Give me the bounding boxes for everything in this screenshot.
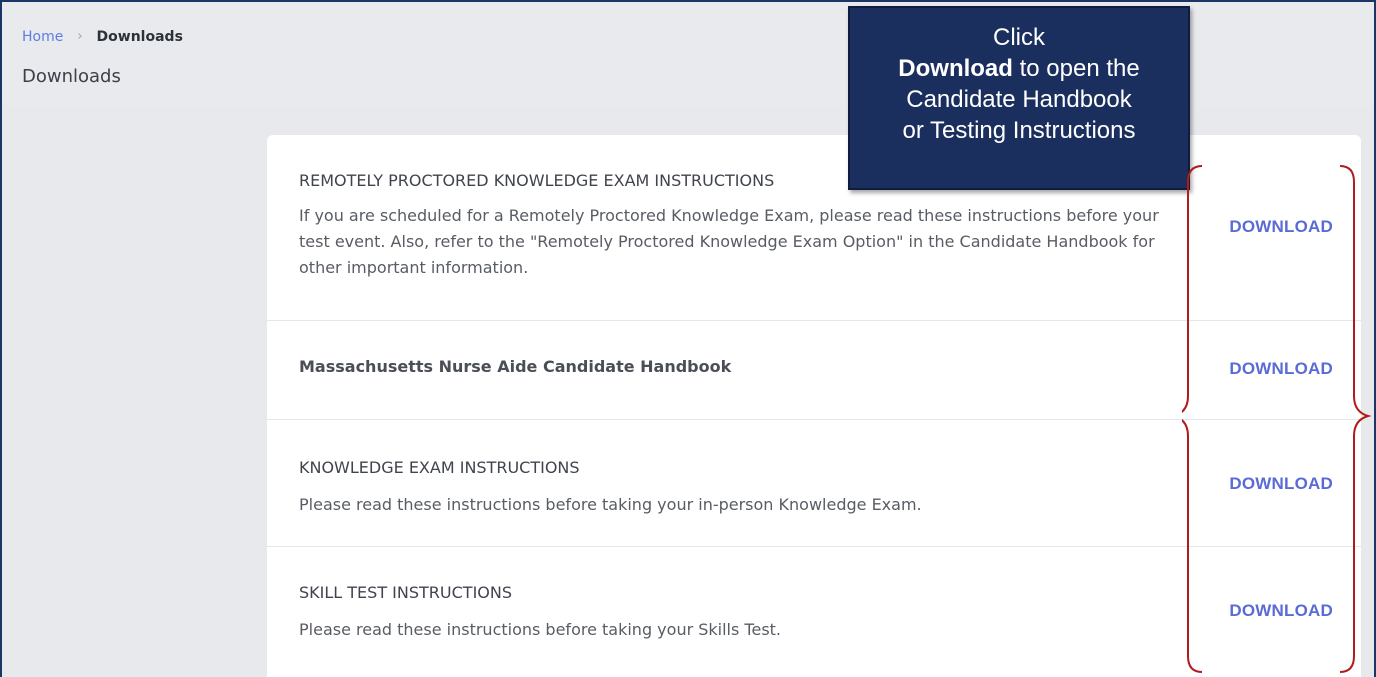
right-brace-lower bbox=[1339, 436, 1355, 673]
download-description: If you are scheduled for a Remotely Proc… bbox=[299, 206, 1159, 277]
breadcrumb-home-link[interactable]: Home bbox=[22, 28, 63, 46]
chevron-right-icon: › bbox=[77, 29, 83, 44]
callout-line-3: Candidate Handbook bbox=[906, 86, 1132, 113]
callout-line-4: or Testing Instructions bbox=[902, 117, 1136, 144]
breadcrumb: Home › Downloads bbox=[22, 28, 183, 46]
left-brace-upper bbox=[1182, 165, 1203, 437]
download-title: SKILL TEST INSTRUCTIONS bbox=[299, 583, 513, 602]
callout-line-2-rest: to open the bbox=[1012, 55, 1140, 82]
download-title: Massachusetts Nurse Aide Candidate Handb… bbox=[299, 357, 732, 376]
breadcrumb-current: Downloads bbox=[96, 29, 183, 45]
curly-brace-icon bbox=[1182, 165, 1372, 673]
page-title: Downloads bbox=[22, 66, 121, 87]
callout-emphasis: Download bbox=[898, 55, 1013, 82]
instruction-callout: Click Download to open the Candidate Han… bbox=[848, 6, 1190, 190]
callout-line-1: Click bbox=[993, 24, 1045, 51]
download-title: REMOTELY PROCTORED KNOWLEDGE EXAM INSTRU… bbox=[299, 171, 775, 190]
download-description: Please read these instructions before ta… bbox=[299, 620, 782, 639]
right-brace-upper bbox=[1339, 165, 1372, 437]
callout-line-2: Download to open the bbox=[850, 53, 1188, 84]
left-brace-lower bbox=[1187, 436, 1203, 673]
download-description: Please read these instructions before ta… bbox=[299, 495, 922, 514]
download-title: KNOWLEDGE EXAM INSTRUCTIONS bbox=[299, 458, 580, 477]
